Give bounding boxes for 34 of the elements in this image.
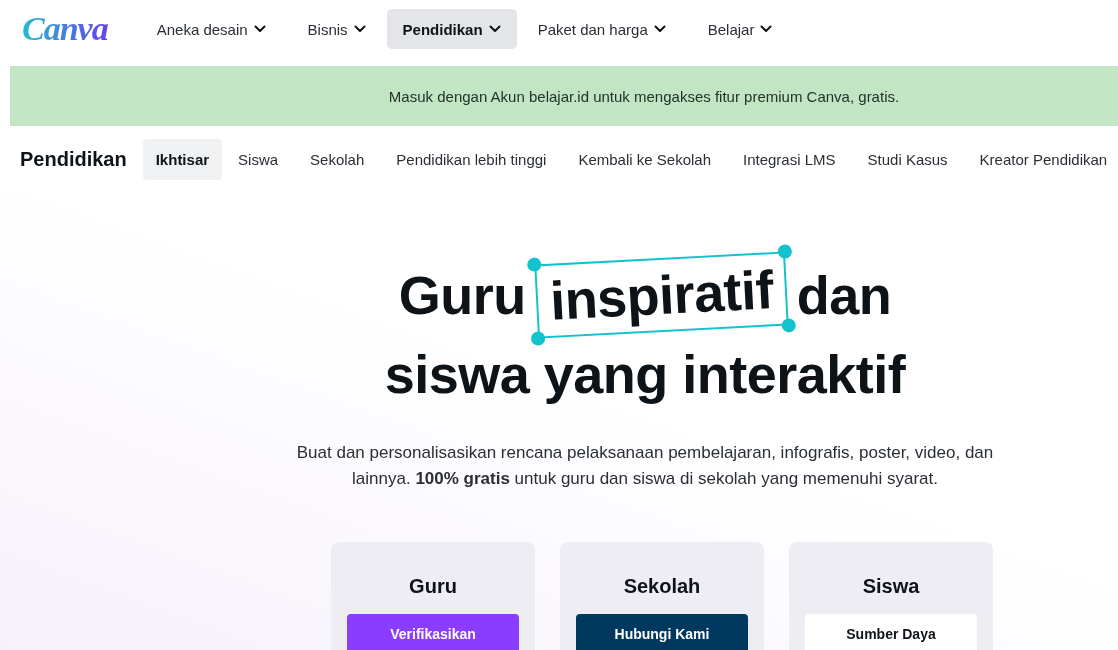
chevron-down-icon	[488, 25, 501, 33]
nav-menu-item[interactable]: Bisnis	[286, 9, 387, 49]
chevron-down-icon	[353, 25, 366, 33]
card-title: Sekolah	[623, 575, 701, 598]
section-tab[interactable]: Integrasi LMS	[727, 138, 852, 180]
section-tab[interactable]: Studi Kasus	[851, 138, 964, 180]
selection-handle	[530, 331, 546, 346]
nav-menu-item[interactable]: Aneka desain	[135, 9, 287, 49]
promo-banner: Masuk dengan Akun belajar.id untuk mengakses fitur premium Canva, gratis.	[10, 66, 1118, 126]
section-tab[interactable]: Sekolah	[294, 138, 381, 180]
card-button[interactable]: Sumber Daya	[805, 614, 977, 650]
card-title: Guru	[409, 575, 457, 598]
section-title: Pendidikan	[20, 147, 127, 171]
section-tab[interactable]: Kembali ke Sekolah	[562, 138, 727, 180]
section-tab[interactable]: Siswa	[222, 138, 295, 180]
headline-text: dan	[796, 265, 892, 325]
selection-handle	[777, 244, 792, 259]
nav-menu-item[interactable]: Belajar	[686, 9, 794, 49]
chevron-down-icon	[653, 25, 666, 33]
nav-menu-item[interactable]: Pendidikan	[386, 9, 517, 49]
selection-handle	[781, 318, 796, 333]
section-tab[interactable]: Kreator Pendidikan	[963, 138, 1118, 180]
chevron-down-icon	[253, 25, 266, 33]
section-tab[interactable]: Pendidikan lebih tinggi	[380, 138, 563, 180]
nav-menu-item[interactable]: Paket dan harga	[516, 9, 687, 49]
chevron-down-icon	[760, 25, 773, 33]
headline-text: Guru	[398, 265, 526, 325]
card-button[interactable]: Verifikasikan	[347, 614, 519, 650]
headline-text: siswa yang interaktif	[384, 344, 906, 404]
card-button[interactable]: Hubungi Kami	[576, 614, 748, 650]
section-tab[interactable]: Ikhtisar	[142, 138, 223, 180]
selection-handle	[526, 257, 542, 272]
card-title: Siswa	[862, 575, 920, 598]
hero-description: Buat dan personalisasikan rencana pelaksanaan pembelajaran, infografis, poster, video, dan lainnya. 100% gratis untuk guru dan siswa di sekolah yang memenuhi syarat.	[295, 442, 995, 490]
